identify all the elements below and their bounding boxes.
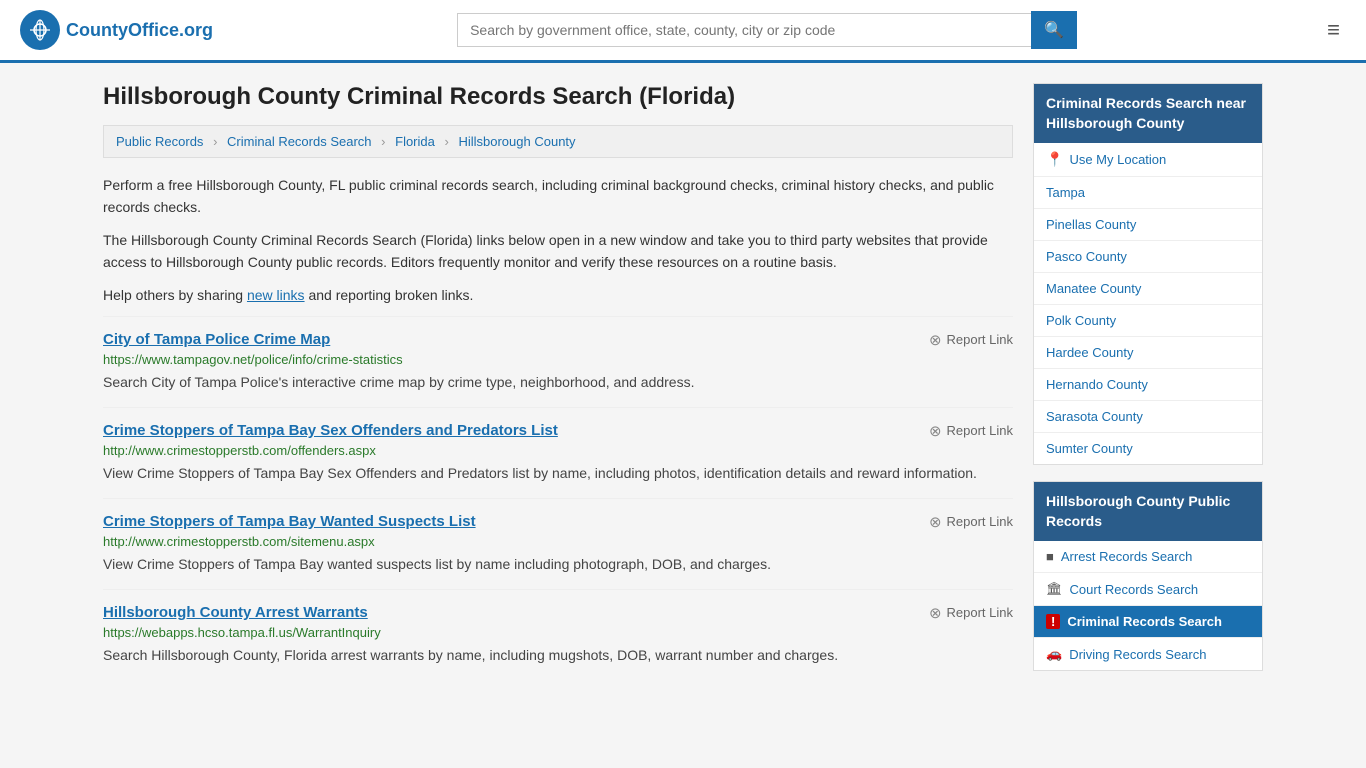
- description-3: Help others by sharing new links and rep…: [103, 284, 1013, 306]
- sidebar-pr-link-0[interactable]: Arrest Records Search: [1061, 549, 1193, 564]
- sidebar-nearby-link-5[interactable]: Hardee County: [1046, 345, 1133, 360]
- nearby-list: Tampa Pinellas County Pasco County Manatee …: [1034, 177, 1262, 464]
- arrest-icon: ■: [1046, 549, 1054, 564]
- link-title-0[interactable]: City of Tampa Police Crime Map: [103, 331, 330, 348]
- link-item: Crime Stoppers of Tampa Bay Sex Offender…: [103, 407, 1013, 498]
- link-title-1[interactable]: Crime Stoppers of Tampa Bay Sex Offender…: [103, 422, 558, 439]
- sidebar-nearby-title: Criminal Records Search near Hillsboroug…: [1034, 84, 1262, 143]
- breadcrumb: Public Records › Criminal Records Search…: [103, 125, 1013, 158]
- sidebar-nearby-link-2[interactable]: Pasco County: [1046, 249, 1127, 264]
- link-url-0[interactable]: https://www.tampagov.net/police/info/cri…: [103, 352, 1013, 367]
- sidebar-public-records-item[interactable]: 🚗 Driving Records Search: [1034, 638, 1262, 670]
- location-icon: 📍: [1046, 151, 1063, 168]
- link-desc-3: Search Hillsborough County, Florida arre…: [103, 645, 1013, 666]
- link-title-3[interactable]: Hillsborough County Arrest Warrants: [103, 604, 368, 621]
- report-link-button-2[interactable]: ⊗ Report Link: [929, 513, 1013, 531]
- link-url-1[interactable]: http://www.crimestopperstb.com/offenders…: [103, 443, 1013, 458]
- court-icon: 🏛: [1046, 581, 1063, 597]
- link-item-header: City of Tampa Police Crime Map ⊗ Report …: [103, 331, 1013, 349]
- sidebar-nearby-item[interactable]: Sumter County: [1034, 433, 1262, 464]
- public-records-list: ■ Arrest Records Search 🏛 Court Records …: [1034, 541, 1262, 670]
- report-icon-2: ⊗: [929, 513, 942, 531]
- breadcrumb-florida[interactable]: Florida: [395, 134, 435, 149]
- sidebar-public-records-item[interactable]: ■ Arrest Records Search: [1034, 541, 1262, 573]
- sidebar-nearby-section: Criminal Records Search near Hillsboroug…: [1033, 83, 1263, 465]
- sidebar-nearby-link-7[interactable]: Sarasota County: [1046, 409, 1143, 424]
- use-my-location[interactable]: 📍 Use My Location: [1034, 143, 1262, 177]
- report-icon-0: ⊗: [929, 331, 942, 349]
- report-icon-3: ⊗: [929, 604, 942, 622]
- content-area: Hillsborough County Criminal Records Sea…: [103, 83, 1013, 687]
- logo-icon: [20, 10, 60, 50]
- link-item: City of Tampa Police Crime Map ⊗ Report …: [103, 316, 1013, 407]
- sidebar-public-records-title: Hillsborough County Public Records: [1034, 482, 1262, 541]
- sidebar-nearby-item[interactable]: Hernando County: [1034, 369, 1262, 401]
- sidebar-pr-link-1[interactable]: Court Records Search: [1070, 582, 1199, 597]
- sidebar-pr-link-3[interactable]: Driving Records Search: [1069, 647, 1206, 662]
- link-url-2[interactable]: http://www.crimestopperstb.com/sitemenu.…: [103, 534, 1013, 549]
- sidebar-public-records-item[interactable]: 🏛 Court Records Search: [1034, 573, 1262, 606]
- sidebar-nearby-link-0[interactable]: Tampa: [1046, 185, 1085, 200]
- link-item: Crime Stoppers of Tampa Bay Wanted Suspe…: [103, 498, 1013, 589]
- main-container: Hillsborough County Criminal Records Sea…: [83, 63, 1283, 707]
- page-title: Hillsborough County Criminal Records Sea…: [103, 83, 1013, 111]
- sidebar-nearby-link-3[interactable]: Manatee County: [1046, 281, 1141, 296]
- search-button[interactable]: 🔍: [1031, 11, 1077, 49]
- search-area: 🔍: [457, 11, 1077, 49]
- criminal-icon: !: [1046, 614, 1060, 629]
- sidebar-nearby-item[interactable]: Sarasota County: [1034, 401, 1262, 433]
- sidebar-nearby-item[interactable]: Hardee County: [1034, 337, 1262, 369]
- sidebar-nearby-item[interactable]: Polk County: [1034, 305, 1262, 337]
- driving-icon: 🚗: [1046, 646, 1062, 662]
- sidebar-public-records-section: Hillsborough County Public Records ■ Arr…: [1033, 481, 1263, 671]
- logo-text: CountyOffice.org: [66, 20, 213, 41]
- link-item-header: Crime Stoppers of Tampa Bay Wanted Suspe…: [103, 513, 1013, 531]
- sidebar-nearby-link-4[interactable]: Polk County: [1046, 313, 1116, 328]
- report-link-button-0[interactable]: ⊗ Report Link: [929, 331, 1013, 349]
- sidebar-pr-link-2[interactable]: Criminal Records Search: [1067, 614, 1222, 629]
- sidebar-nearby-link-6[interactable]: Hernando County: [1046, 377, 1148, 392]
- sidebar-nearby-item[interactable]: Pinellas County: [1034, 209, 1262, 241]
- header: CountyOffice.org 🔍 ≡: [0, 0, 1366, 63]
- hamburger-button[interactable]: ≡: [1321, 11, 1346, 49]
- link-list: City of Tampa Police Crime Map ⊗ Report …: [103, 316, 1013, 680]
- link-title-2[interactable]: Crime Stoppers of Tampa Bay Wanted Suspe…: [103, 513, 476, 530]
- link-item-header: Hillsborough County Arrest Warrants ⊗ Re…: [103, 604, 1013, 622]
- search-input[interactable]: [457, 13, 1031, 47]
- breadcrumb-public-records[interactable]: Public Records: [116, 134, 203, 149]
- link-desc-0: Search City of Tampa Police's interactiv…: [103, 372, 1013, 393]
- sidebar-nearby-link-8[interactable]: Sumter County: [1046, 441, 1133, 456]
- sidebar-nearby-item[interactable]: Manatee County: [1034, 273, 1262, 305]
- sidebar-nearby-item[interactable]: Tampa: [1034, 177, 1262, 209]
- report-link-button-3[interactable]: ⊗ Report Link: [929, 604, 1013, 622]
- sidebar-nearby-link-1[interactable]: Pinellas County: [1046, 217, 1136, 232]
- report-icon-1: ⊗: [929, 422, 942, 440]
- report-link-button-1[interactable]: ⊗ Report Link: [929, 422, 1013, 440]
- sidebar-public-records-item[interactable]: ! Criminal Records Search: [1034, 606, 1262, 638]
- breadcrumb-criminal-records-search[interactable]: Criminal Records Search: [227, 134, 372, 149]
- use-location-link[interactable]: Use My Location: [1069, 152, 1166, 167]
- link-item: Hillsborough County Arrest Warrants ⊗ Re…: [103, 589, 1013, 680]
- description-1: Perform a free Hillsborough County, FL p…: [103, 174, 1013, 219]
- logo[interactable]: CountyOffice.org: [20, 10, 213, 50]
- link-url-3[interactable]: https://webapps.hcso.tampa.fl.us/Warrant…: [103, 625, 1013, 640]
- sidebar-nearby-item[interactable]: Pasco County: [1034, 241, 1262, 273]
- new-links-link[interactable]: new links: [247, 287, 305, 303]
- link-item-header: Crime Stoppers of Tampa Bay Sex Offender…: [103, 422, 1013, 440]
- link-desc-2: View Crime Stoppers of Tampa Bay wanted …: [103, 554, 1013, 575]
- sidebar: Criminal Records Search near Hillsboroug…: [1033, 83, 1263, 687]
- link-desc-1: View Crime Stoppers of Tampa Bay Sex Off…: [103, 463, 1013, 484]
- breadcrumb-hillsborough-county[interactable]: Hillsborough County: [458, 134, 575, 149]
- description-2: The Hillsborough County Criminal Records…: [103, 229, 1013, 274]
